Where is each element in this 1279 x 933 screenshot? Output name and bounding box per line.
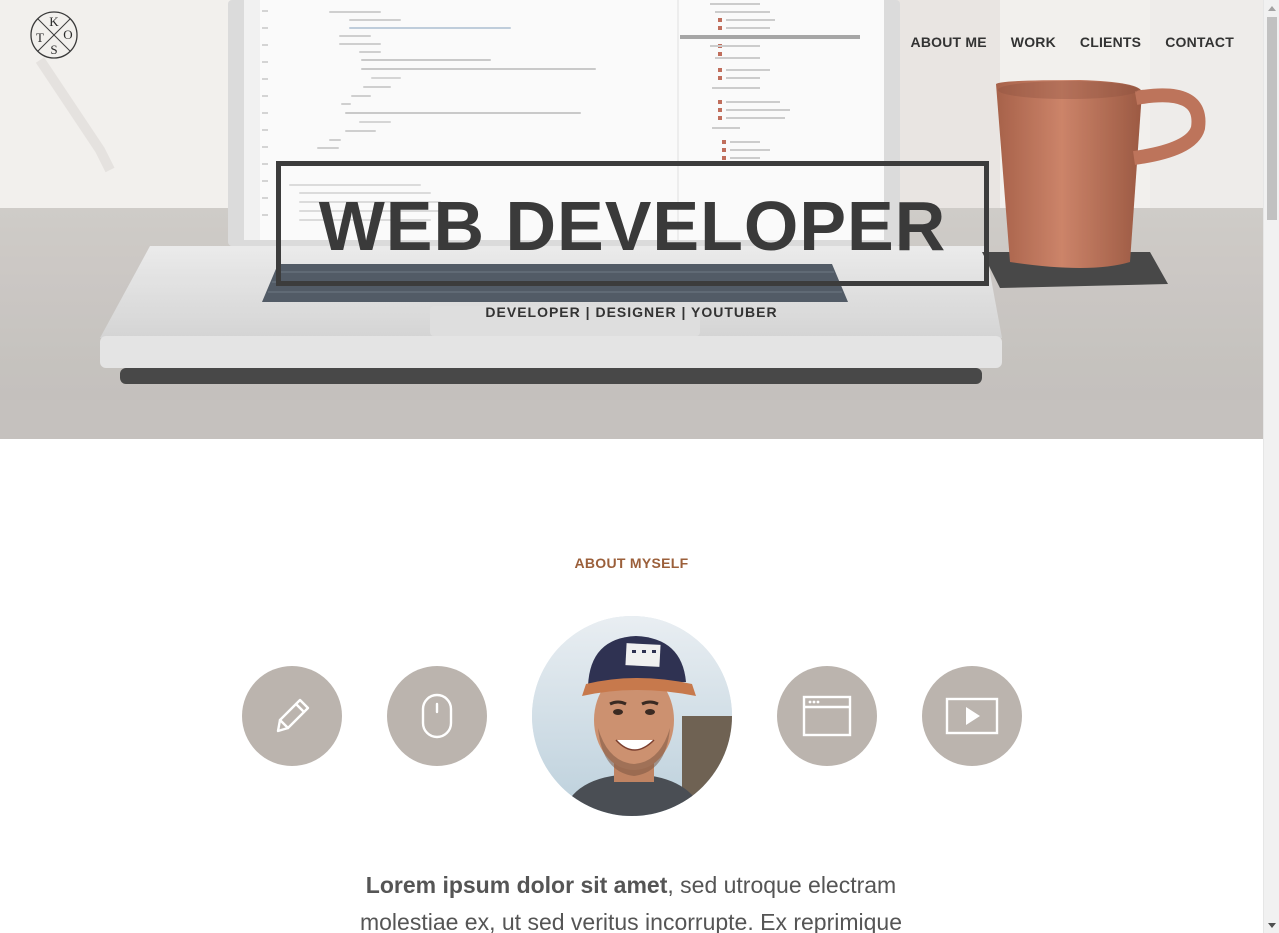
logo[interactable]: K O S T <box>30 11 78 59</box>
avatar <box>532 616 732 816</box>
logo-letter-left: T <box>36 30 44 45</box>
about-heading: ABOUT MYSELF <box>574 555 689 571</box>
scroll-up-arrow[interactable] <box>1264 0 1279 16</box>
logo-letter-right: O <box>63 27 72 42</box>
page: K O S T ABOUT ME WORK CLIENTS CONTACT WE… <box>0 0 1279 933</box>
about-intro-text: Lorem ipsum dolor sit amet, sed utroque … <box>331 867 931 933</box>
triangle-down-icon <box>1267 922 1276 928</box>
logo-letter-bottom: S <box>50 42 57 57</box>
logo-letter-top: K <box>49 14 59 29</box>
skill-interaction-circle[interactable] <box>387 666 487 766</box>
main-nav: ABOUT ME WORK CLIENTS CONTACT <box>911 34 1234 50</box>
nav-link-about-me[interactable]: ABOUT ME <box>911 34 987 50</box>
hero-title-frame: WEB DEVELOPER <box>276 161 989 286</box>
profile-photo <box>532 616 732 816</box>
vertical-scrollbar[interactable] <box>1263 0 1279 933</box>
scrollbar-thumb[interactable] <box>1267 17 1277 220</box>
nav-link-work[interactable]: WORK <box>1011 34 1056 50</box>
skill-web-circle[interactable] <box>777 666 877 766</box>
mouse-icon <box>421 693 453 739</box>
hero-title: WEB DEVELOPER <box>318 186 947 265</box>
browser-window-icon <box>802 695 852 737</box>
nav-link-clients[interactable]: CLIENTS <box>1080 34 1141 50</box>
nav-link-contact[interactable]: CONTACT <box>1165 34 1234 50</box>
scroll-down-arrow[interactable] <box>1264 917 1279 933</box>
video-play-icon <box>945 697 999 735</box>
about-intro-bold: Lorem ipsum dolor sit amet <box>365 872 668 898</box>
skill-video-circle[interactable] <box>922 666 1022 766</box>
skill-design-circle[interactable] <box>242 666 342 766</box>
triangle-up-icon <box>1267 5 1276 11</box>
pencil-icon <box>276 698 310 733</box>
hero-subtitle: DEVELOPER | DESIGNER | YOUTUBER <box>485 304 778 320</box>
hero-section: K O S T ABOUT ME WORK CLIENTS CONTACT WE… <box>0 0 1263 439</box>
